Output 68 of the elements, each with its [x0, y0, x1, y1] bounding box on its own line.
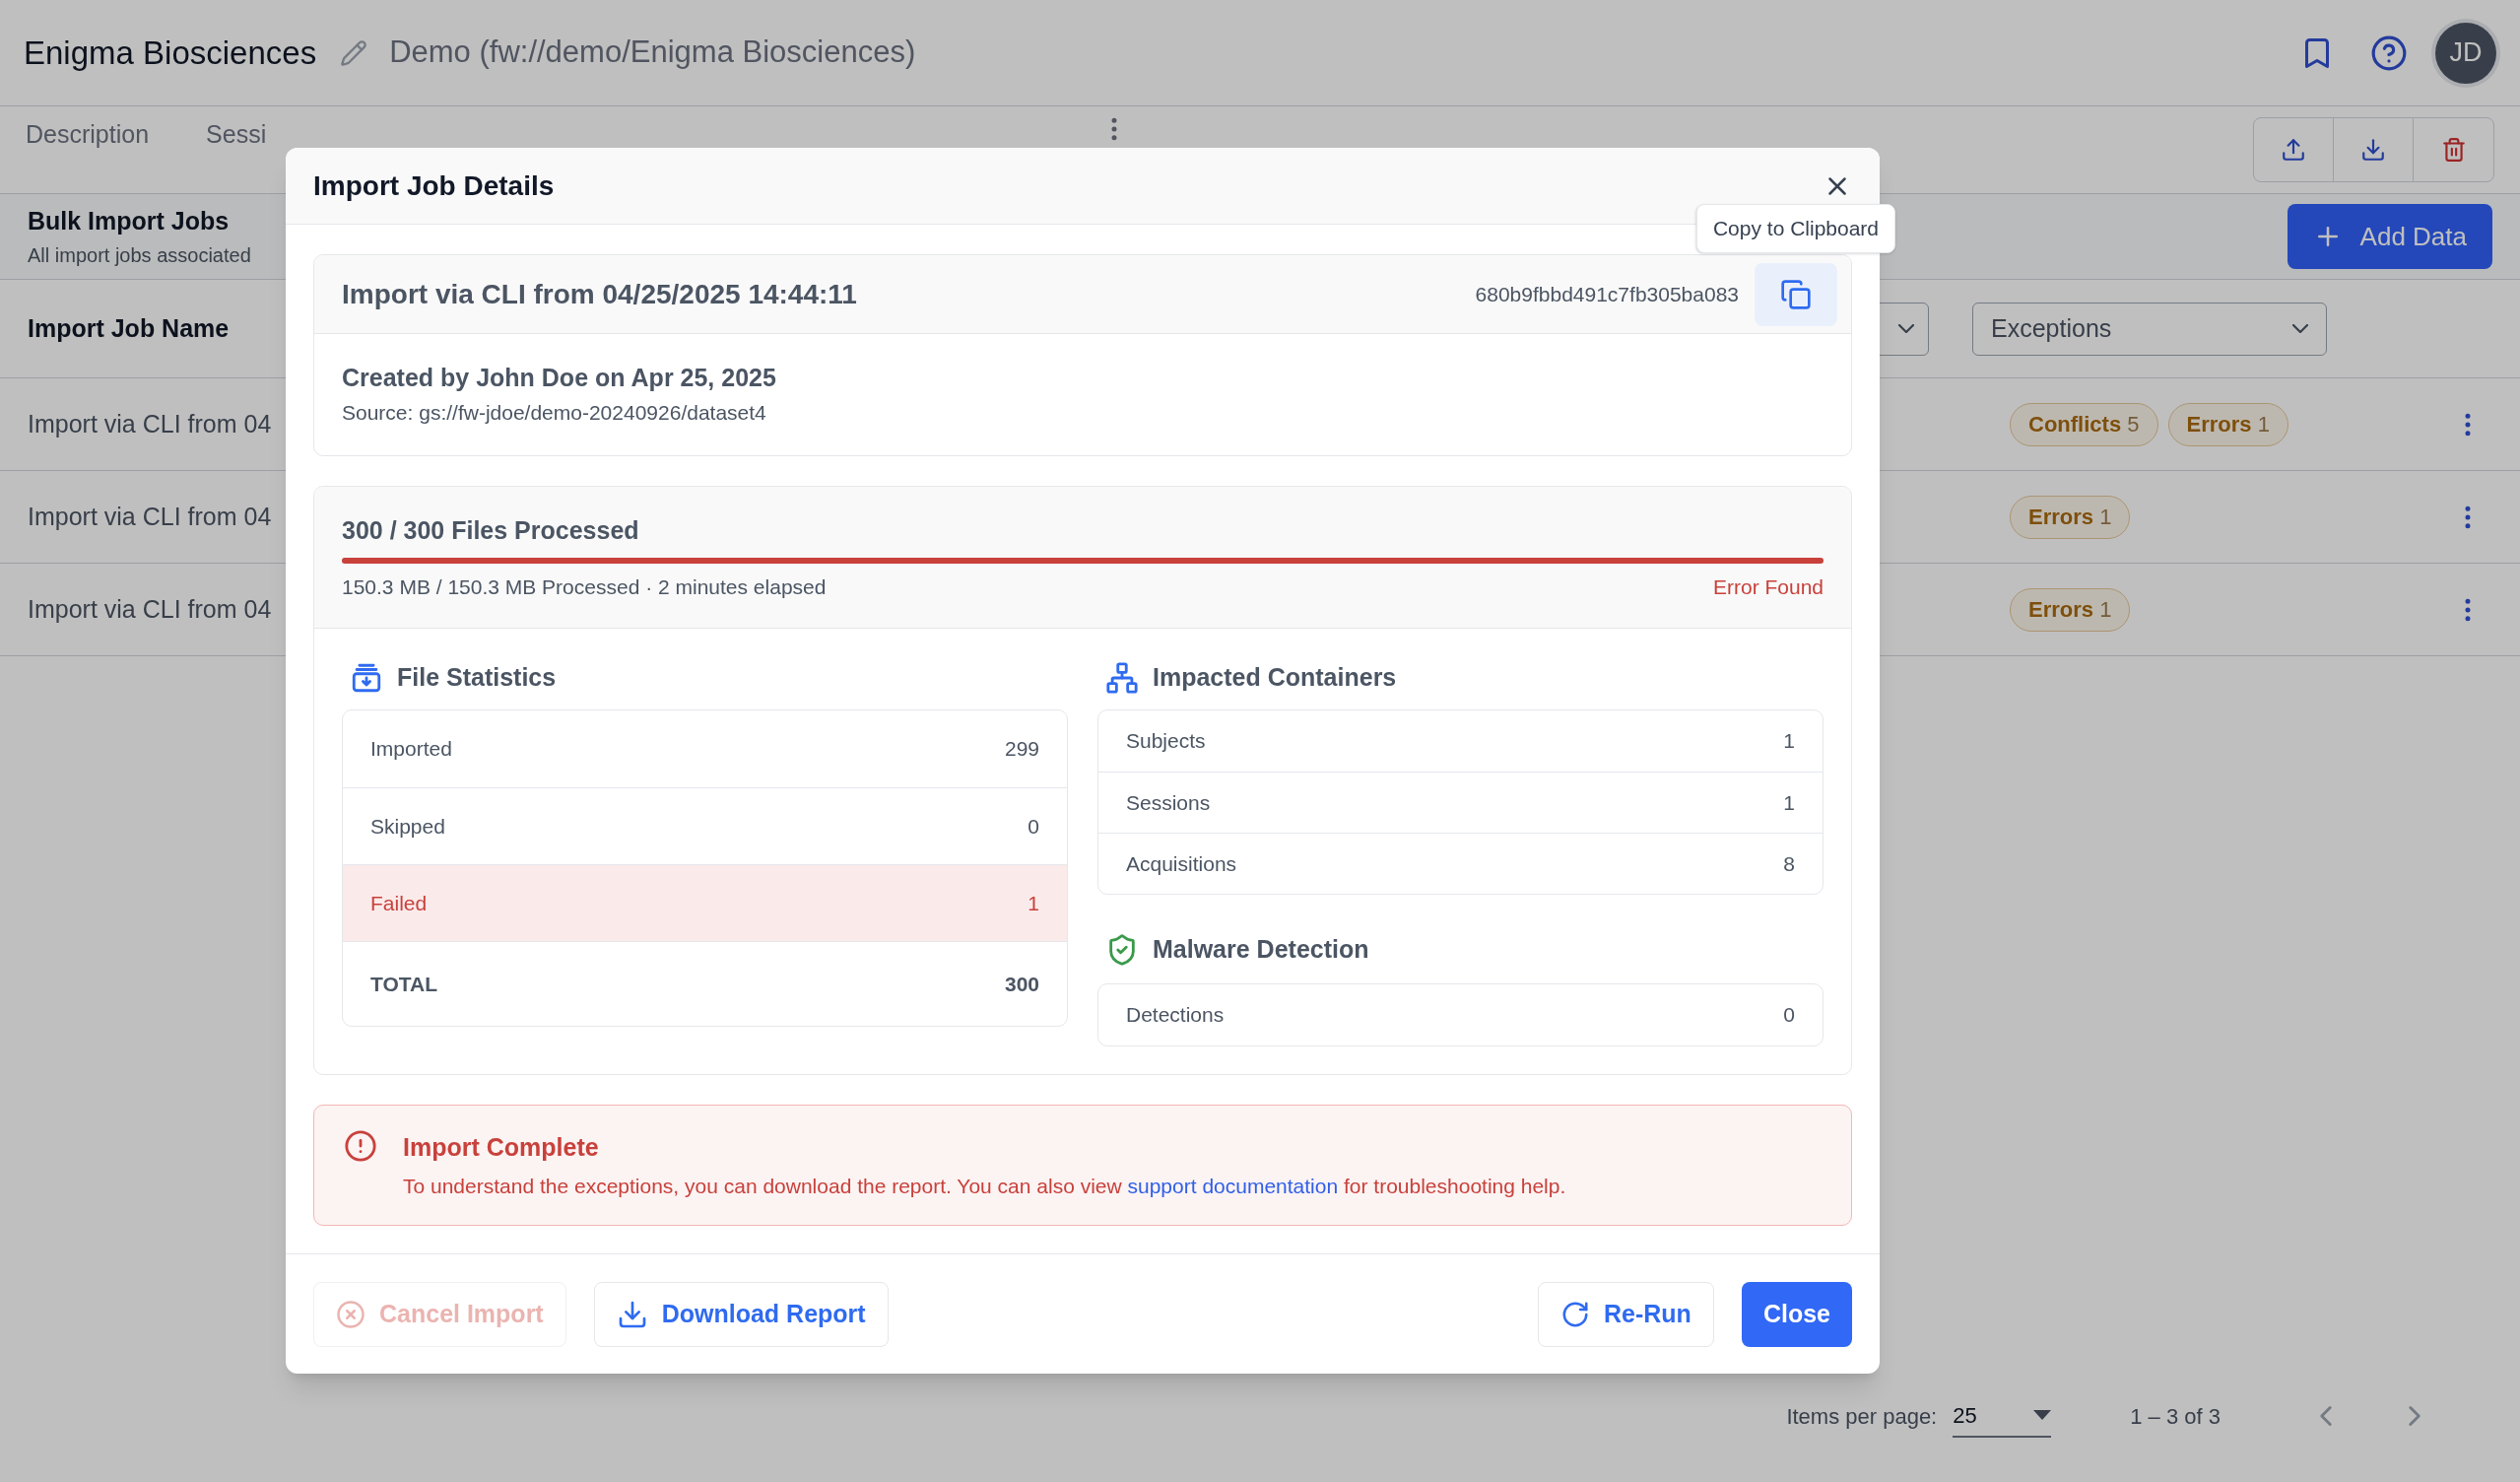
progress-title: 300 / 300 Files Processed [342, 515, 640, 546]
edit-icon[interactable] [340, 38, 368, 67]
job-id: 680b9fbbd491c7fb305ba083 [1475, 281, 1739, 307]
rerun-button[interactable]: Re-Run [1538, 1281, 1714, 1347]
exception-badge: Errors 1 [2010, 587, 2131, 632]
exception-badge: Conflicts 5 [2010, 402, 2158, 446]
column-header: Import Job Name [28, 312, 230, 344]
stat-value: 1 [1028, 890, 1039, 916]
copy-icon [1780, 278, 1812, 310]
section-heading: Malware Detection [1153, 934, 1369, 966]
stat-label: Imported [370, 736, 452, 763]
alert-message: To understand the exceptions, you can download the report. You can also view support documentation for troubleshooting help. [403, 1173, 1566, 1199]
stat-label: Skipped [370, 813, 445, 840]
stat-label: Acquisitions [1126, 850, 1237, 877]
tab[interactable]: Sessi [206, 116, 267, 154]
tray-download-icon [350, 661, 383, 695]
stat-value: 0 [1028, 813, 1039, 840]
stat-label: Sessions [1126, 789, 1211, 816]
section-subtitle: All import jobs associated [28, 242, 251, 268]
upload-icon [2281, 137, 2306, 163]
exceptions-dropdown[interactable]: Exceptions [1972, 302, 2327, 356]
cancel-icon [336, 1299, 365, 1329]
stat-label: Detections [1126, 1002, 1225, 1029]
stat-label: Failed [370, 890, 428, 916]
stat-label: Subjects [1126, 728, 1206, 755]
items-per-page-label: Items per page: [1786, 1402, 1938, 1431]
alert-icon [344, 1129, 377, 1163]
tooltip: Copy to Clipboard [1695, 204, 1896, 253]
stat-value: 8 [1783, 850, 1795, 877]
hierarchy-icon [1105, 661, 1139, 695]
stat-value: 1 [1783, 728, 1795, 755]
add-data-button[interactable]: Add Data [2287, 204, 2492, 269]
page-range: 1 – 3 of 3 [2130, 1402, 2221, 1431]
project-title: Enigma Biosciences [24, 33, 317, 73]
section-title: Bulk Import Jobs [28, 206, 231, 237]
stat-value: 1 [1783, 789, 1795, 816]
job-name[interactable]: Import via CLI from 04 [28, 405, 272, 443]
page-size-select[interactable]: 25 [1953, 1394, 2052, 1438]
download-icon [2360, 137, 2386, 163]
dialog-title: Import Job Details [313, 168, 555, 203]
chevron-icon [2292, 324, 2308, 333]
job-name[interactable]: Import via CLI from 04 [28, 498, 272, 536]
caret-icon [2033, 1410, 2052, 1420]
progress-detail: 150.3 MB / 150.3 MB Processed · 2 minutes elapsed [342, 573, 827, 600]
stat-value: 0 [1783, 1002, 1795, 1029]
exception-badge: Errors 1 [2167, 402, 2288, 446]
support-link[interactable]: support documentation [1127, 1174, 1339, 1197]
stat-value: 299 [1004, 736, 1039, 763]
source-text: Source: gs://fw-jdoe/demo-20240926/dataset4 [342, 399, 767, 426]
download-button[interactable]: Download Report [593, 1281, 889, 1347]
project-path: Demo (fw://demo/Enigma Biosciences) [389, 34, 916, 72]
user-avatar[interactable]: JD [2435, 22, 2496, 84]
tab[interactable]: Description [26, 116, 150, 154]
trash-icon [2440, 137, 2467, 163]
stat-label: TOTAL [370, 971, 438, 997]
copy-button[interactable] [1755, 262, 1837, 326]
job-title: Import via CLI from 04/25/2025 14:44:11 [342, 277, 857, 311]
close-button[interactable]: Close [1741, 1281, 1852, 1347]
chevron-icon [1898, 324, 1914, 333]
section-heading: Impacted Containers [1153, 662, 1397, 694]
alert-title: Import Complete [403, 1132, 600, 1163]
created-by-text: Created by John Doe on Apr 25, 2025 [342, 363, 777, 393]
stat-value: 300 [1004, 971, 1039, 997]
section-heading: File Statistics [397, 662, 557, 694]
job-name[interactable]: Import via CLI from 04 [28, 590, 272, 629]
progress-status: Error Found [1712, 573, 1824, 600]
help-icon[interactable] [2370, 34, 2408, 72]
exception-badge: Errors 1 [2010, 495, 2131, 539]
